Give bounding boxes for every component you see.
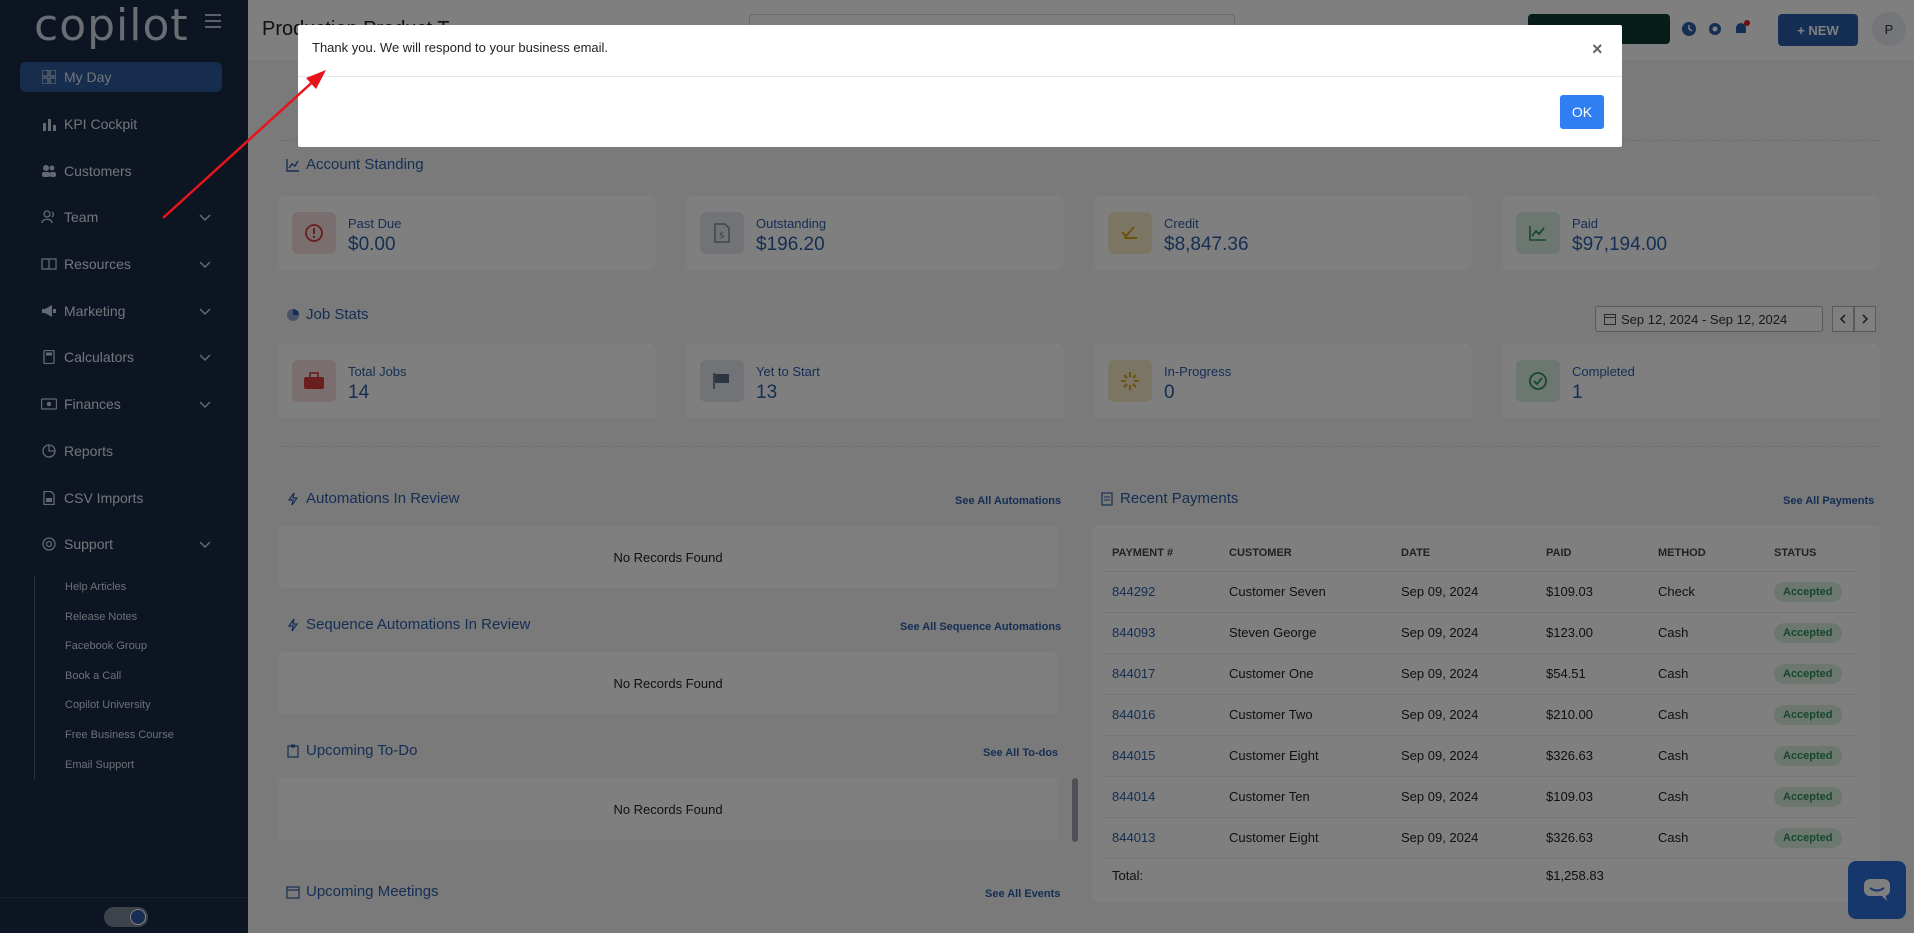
- confirmation-dialog: Thank you. We will respond to your busin…: [298, 25, 1622, 147]
- dialog-message: Thank you. We will respond to your busin…: [312, 40, 609, 55]
- ok-button[interactable]: OK: [1560, 95, 1604, 129]
- close-icon[interactable]: ×: [1592, 39, 1603, 60]
- dialog-divider: [298, 76, 1622, 77]
